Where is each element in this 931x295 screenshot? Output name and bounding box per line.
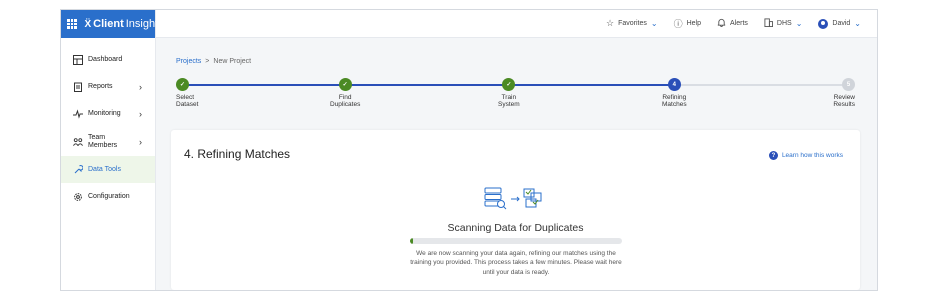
scan-progress-bar — [410, 238, 622, 244]
favorites-label: Favorites — [618, 20, 647, 27]
chevron-down-icon: ⌄ — [650, 19, 658, 28]
main-content: Projects > New Project ✓ Select Dataset ✓… — [156, 38, 877, 290]
report-icon — [73, 82, 83, 92]
learn-how-label: Learn how this works — [781, 152, 843, 159]
sidebar-item-reports[interactable]: Reports › — [61, 73, 155, 100]
data-tools-icon — [73, 164, 83, 175]
alerts-label: Alerts — [730, 20, 748, 27]
chevron-down-icon: ⌄ — [854, 19, 861, 28]
step-label: Train System — [498, 94, 520, 108]
sidebar-item-configuration[interactable]: Configuration — [61, 183, 155, 210]
help-icon: ⓘ — [673, 19, 683, 29]
sidebar-item-dashboard[interactable]: Dashboard — [61, 46, 155, 73]
step-label: Select Dataset — [176, 94, 199, 108]
brand-bar: Ẍ Client Insight — [61, 10, 158, 38]
sidebar: Ẍ Client Insight Dashboard Reports › Mon… — [61, 10, 158, 290]
logo-text-bold: Client — [93, 18, 124, 30]
scan-progress-fill — [410, 238, 414, 244]
chevron-right-icon: › — [139, 108, 142, 119]
scan-description: We are now scanning your data again, ref… — [410, 250, 622, 276]
sidebar-item-label: Dashboard — [88, 56, 123, 63]
card-title: 4. Refining Matches — [184, 147, 291, 161]
bell-icon — [717, 18, 726, 29]
organization-label: DHS — [776, 20, 792, 27]
step-pending-number: 5 — [842, 78, 855, 91]
step-complete-icon: ✓ — [176, 78, 189, 91]
sidebar-item-data-tools[interactable]: Data Tools — [61, 156, 155, 183]
breadcrumb: Projects > New Project — [176, 58, 251, 65]
gear-icon — [73, 192, 83, 202]
step-label: Find Duplicates — [330, 94, 361, 108]
step-label: Refining Matches — [662, 94, 687, 108]
breadcrumb-current: New Project — [213, 58, 252, 65]
app-window: Ẍ Client Insight Dashboard Reports › Mon… — [60, 9, 878, 291]
logo-text-light: Insight — [125, 18, 159, 30]
team-label-line2: Members — [88, 141, 118, 149]
learn-how-link[interactable]: ? Learn how this works — [768, 151, 843, 160]
team-icon — [73, 137, 83, 147]
refining-matches-card: 4. Refining Matches ? Learn how this wor… — [171, 130, 860, 290]
step-refining-matches: 4 Refining Matches — [662, 78, 687, 108]
top-bar: ☆ Favorites ⌄ ⓘ Help Alerts DHS ⌄ David … — [156, 10, 877, 38]
step-review-results: 5 Review Results — [833, 78, 855, 108]
breadcrumb-separator: > — [205, 58, 210, 65]
sidebar-item-team-members[interactable]: Team Members › — [61, 127, 155, 156]
user-name: David — [832, 20, 851, 27]
sidebar-item-label: Team Members — [88, 134, 117, 150]
favorites-menu[interactable]: ☆ Favorites ⌄ — [606, 18, 658, 29]
progress-stepper: ✓ Select Dataset ✓ Find Duplicates ✓ Train… — [176, 78, 855, 118]
star-icon: ☆ — [606, 18, 615, 28]
alerts-button[interactable]: Alerts — [717, 18, 748, 29]
help-label: Help — [686, 20, 701, 27]
app-grid-icon[interactable] — [67, 19, 77, 29]
scan-data-illustration-icon — [484, 187, 542, 210]
step-train-system: ✓ Train System — [498, 78, 520, 108]
logo-mark-icon: Ẍ — [84, 18, 92, 30]
step-find-duplicates: ✓ Find Duplicates — [330, 78, 360, 108]
pulse-icon — [73, 108, 83, 119]
step-complete-icon: ✓ — [338, 78, 352, 91]
sidebar-item-label: Monitoring — [88, 110, 121, 117]
breadcrumb-projects-link[interactable]: Projects — [176, 58, 201, 65]
sidebar-item-monitoring[interactable]: Monitoring › — [61, 100, 155, 127]
organization-menu[interactable]: DHS ⌄ — [764, 18, 802, 29]
sidebar-item-label: Reports — [88, 83, 113, 90]
logo[interactable]: Ẍ Client Insight — [85, 18, 159, 30]
sidebar-nav: Dashboard Reports › Monitoring › Team Me… — [61, 38, 155, 210]
scan-title: Scanning Data for Duplicates — [447, 222, 584, 234]
help-button[interactable]: ⓘ Help — [674, 17, 701, 30]
building-icon — [764, 18, 773, 29]
sidebar-item-label: Data Tools — [88, 166, 121, 173]
step-current-number: 4 — [667, 78, 681, 91]
stepper-track-fill — [182, 84, 678, 86]
avatar — [818, 18, 829, 29]
step-select-dataset: ✓ Select Dataset — [176, 78, 198, 108]
dashboard-icon — [73, 54, 83, 65]
chevron-right-icon: › — [139, 136, 142, 147]
user-menu[interactable]: David ⌄ — [818, 18, 861, 29]
sidebar-item-label: Configuration — [88, 193, 130, 200]
chevron-right-icon: › — [139, 81, 142, 92]
team-label-line1: Team — [88, 133, 106, 141]
chevron-down-icon: ⌄ — [795, 19, 803, 28]
question-icon: ? — [768, 151, 778, 160]
step-label: Review Results — [833, 94, 855, 108]
step-complete-icon: ✓ — [502, 78, 516, 91]
